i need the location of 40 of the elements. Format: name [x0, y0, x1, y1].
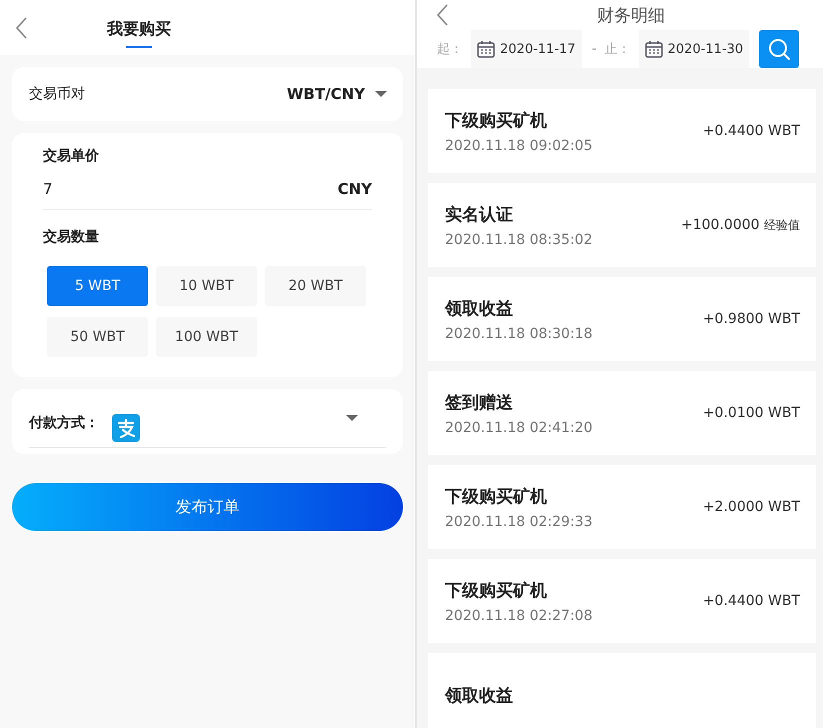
- record-title: 下级购买矿机: [445, 110, 548, 132]
- record-title: 实名认证: [445, 204, 514, 226]
- payment-dropdown[interactable]: 付款方式：: [29, 399, 386, 448]
- quantity-option[interactable]: 20 WBT: [265, 266, 366, 306]
- record-title: 领取收益: [445, 298, 514, 320]
- date-field[interactable]: 2020-11-30: [638, 30, 750, 68]
- record-time: 2020.11.18 09:02:05: [445, 138, 592, 154]
- record-time: 2020.11.18 02:41:20: [445, 420, 592, 436]
- record-amount: +100.0000 经验值: [681, 216, 800, 234]
- page-title: 财务明细: [597, 4, 665, 26]
- quantity-option[interactable]: 10 WBT: [156, 266, 257, 306]
- date-field[interactable]: 2020-11-17: [471, 30, 582, 68]
- record-time: 2020.11.18 08:35:02: [445, 232, 592, 248]
- record-time: 2020.11.18 08:30:18: [445, 326, 592, 342]
- record-time: 2020.11.18 02:27:08: [445, 608, 592, 624]
- field-value: 7: [43, 180, 53, 198]
- record-title: 下级购买矿机: [445, 486, 548, 508]
- field-label: 交易数量: [43, 228, 100, 246]
- record-amount: +0.4400 WBT: [702, 123, 800, 139]
- field-label: 交易单价: [43, 147, 100, 165]
- record-amount: +0.0100 WBT: [702, 405, 800, 421]
- record-time: 2020.11.18 02:29:33: [445, 514, 592, 530]
- pair-label: 交易币对: [29, 85, 85, 103]
- date-label: 起：: [437, 41, 463, 58]
- quantity-option[interactable]: 5 WBT: [47, 266, 148, 306]
- record-title: 签到赠送: [445, 392, 514, 414]
- record-title: 领取收益: [445, 684, 513, 706]
- record-amount: +0.4400 WBT: [702, 593, 800, 609]
- date-separator: -: [592, 41, 597, 57]
- price-field[interactable]: 7 CNY: [43, 165, 372, 210]
- quantity-option[interactable]: 50 WBT: [47, 317, 148, 357]
- record-amount: +2.0000 WBT: [702, 499, 800, 515]
- unit-label: CNY: [338, 180, 372, 198]
- record-title: 下级购买矿机: [445, 580, 548, 602]
- pair-dropdown[interactable]: WBT/CNY: [286, 85, 387, 103]
- date-label: 止：: [604, 41, 631, 58]
- submit-button[interactable]: 发布订单: [12, 483, 403, 531]
- payment-label: 付款方式：: [29, 414, 99, 432]
- record-amount: +0.9800 WBT: [702, 311, 800, 327]
- quantity-option[interactable]: 100 WBT: [156, 317, 257, 357]
